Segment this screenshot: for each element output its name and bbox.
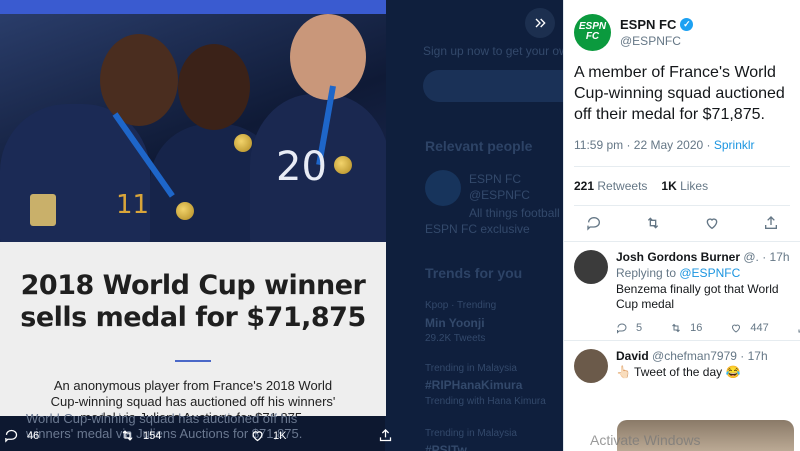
- relevant-name: ESPN FC: [469, 172, 522, 186]
- share-button[interactable]: [378, 428, 393, 443]
- retweet-button[interactable]: 16: [670, 322, 702, 334]
- trend-sub: Trending with Hana Kimura: [425, 396, 546, 407]
- trends-heading: Trends for you: [425, 265, 523, 281]
- reply-actions: 5 16 447: [616, 322, 800, 334]
- player-head: [290, 14, 366, 100]
- avatar[interactable]: [574, 349, 608, 383]
- trend-name: #PSITw...: [425, 443, 477, 451]
- reply-button[interactable]: 46: [4, 428, 39, 443]
- tweet-header: ESPN FC ESPN FC ✓ @ESPNFC: [564, 0, 800, 54]
- reply-author-handle[interactable]: @.: [743, 250, 759, 264]
- tweet-actions: [564, 206, 800, 241]
- card-header-bar: [0, 0, 386, 14]
- dimmed-background: Sign up now to get your own pers Relevan…: [385, 0, 563, 451]
- trend-count: 29.2K Tweets: [425, 333, 486, 344]
- retweet-button[interactable]: 154: [120, 428, 161, 443]
- chevrons-right-icon: [535, 18, 546, 28]
- trend-name: Min Yoonji: [425, 316, 485, 330]
- tweet-text: A member of France's World Cup-winning s…: [574, 64, 785, 123]
- signup-button-ghost: [423, 70, 563, 102]
- replying-to: Replying to @ESPNFC: [616, 266, 741, 280]
- heart-icon: [732, 324, 741, 333]
- retweets-stat[interactable]: 221 Retweets: [574, 179, 647, 193]
- relevant-people-heading: Relevant people: [425, 138, 533, 154]
- trend-context: Trending in Malaysia: [425, 363, 517, 374]
- player-figure: [0, 104, 150, 242]
- activate-windows-watermark: Activate Windows: [590, 432, 701, 448]
- reply-time[interactable]: · 17h: [762, 250, 789, 264]
- share-icon[interactable]: [763, 215, 779, 231]
- relevant-bio: All things football: [469, 206, 560, 220]
- trend-context: Kpop · Trending: [425, 300, 497, 311]
- gold-medal: [234, 134, 252, 152]
- verified-badge-icon: ✓: [680, 17, 694, 31]
- avatar[interactable]: [574, 250, 608, 284]
- reply-time[interactable]: · 17h: [740, 349, 767, 363]
- tweet-timestamp[interactable]: 11:59 pm · 22 May 2020 ·: [574, 138, 714, 152]
- author-name[interactable]: ESPN FC ✓: [620, 17, 694, 32]
- relevant-avatar: [425, 170, 461, 206]
- reply-tweet[interactable]: David @chefman7979 · 17h 👆🏻 Tweet of the…: [564, 340, 800, 386]
- players-photo: 20 11: [0, 14, 386, 242]
- share-icon: [379, 428, 392, 442]
- tweet-detail-panel: ESPN FC ESPN FC ✓ @ESPNFC A member of Fr…: [563, 0, 800, 451]
- heart-icon[interactable]: [704, 215, 720, 231]
- trend-name: #RIPHanaKimura: [425, 378, 523, 392]
- jersey-number: 20: [276, 144, 327, 190]
- retweet-count: 154: [143, 429, 162, 442]
- jersey-number: 11: [116, 190, 150, 220]
- reply-count: 46: [27, 429, 40, 442]
- card-headline: 2018 World Cup winner sells medal for $7…: [20, 270, 366, 333]
- card-divider: [175, 360, 211, 362]
- retweet-icon: [122, 430, 133, 441]
- reply-text: 👆🏻 Tweet of the day 😂: [616, 365, 741, 379]
- gold-medal: [334, 156, 352, 174]
- tweet-stats: 221 Retweets 1K Likes: [564, 167, 800, 205]
- replying-to-link[interactable]: @ESPNFC: [679, 266, 740, 280]
- signup-text: Sign up now to get your own pers: [423, 44, 563, 58]
- relevant-bio-2: ESPN FC exclusive: [425, 222, 530, 236]
- expand-panel-button[interactable]: [525, 8, 555, 38]
- reply-icon: [617, 323, 627, 334]
- reply-text: Benzema finally got that World Cup medal: [616, 282, 779, 311]
- trend-context: Trending in Malaysia: [425, 428, 517, 439]
- author-handle[interactable]: @ESPNFC: [620, 34, 693, 48]
- media-image: 20 11 2018 World Cup winner sells medal …: [0, 0, 386, 416]
- reply-author-name[interactable]: Josh Gordons Burner: [616, 250, 740, 264]
- reply-button[interactable]: 5: [616, 322, 642, 334]
- tweet-source-link[interactable]: Sprinklr: [714, 138, 755, 152]
- reply-author-handle[interactable]: @chefman7979: [652, 349, 737, 363]
- player-head: [100, 34, 178, 126]
- relevant-handle: @ESPNFC: [469, 188, 530, 202]
- world-cup-badge: [30, 194, 56, 226]
- like-button[interactable]: 447: [730, 322, 769, 334]
- reply-icon: [5, 429, 18, 443]
- reply-author-name[interactable]: David: [616, 349, 649, 363]
- media-viewer: Sign up now to get your own pers Relevan…: [0, 0, 563, 451]
- likes-stat[interactable]: 1K Likes: [661, 179, 708, 193]
- heart-icon: [252, 431, 263, 442]
- retweet-icon: [672, 323, 680, 333]
- reply-icon[interactable]: [586, 215, 602, 231]
- tweet-meta: 11:59 pm · 22 May 2020 · Sprinklr: [564, 125, 800, 152]
- retweet-icon[interactable]: [645, 215, 661, 231]
- reply-tweet[interactable]: Josh Gordons Burner @. · 17h Replying to…: [564, 241, 800, 340]
- like-count: 1K: [273, 429, 287, 442]
- media-action-bar: 46 154 1K: [0, 424, 400, 448]
- like-button[interactable]: 1K: [250, 428, 286, 443]
- player-head: [178, 44, 250, 130]
- gold-medal: [176, 202, 194, 220]
- espn-avatar[interactable]: ESPN FC: [574, 13, 611, 51]
